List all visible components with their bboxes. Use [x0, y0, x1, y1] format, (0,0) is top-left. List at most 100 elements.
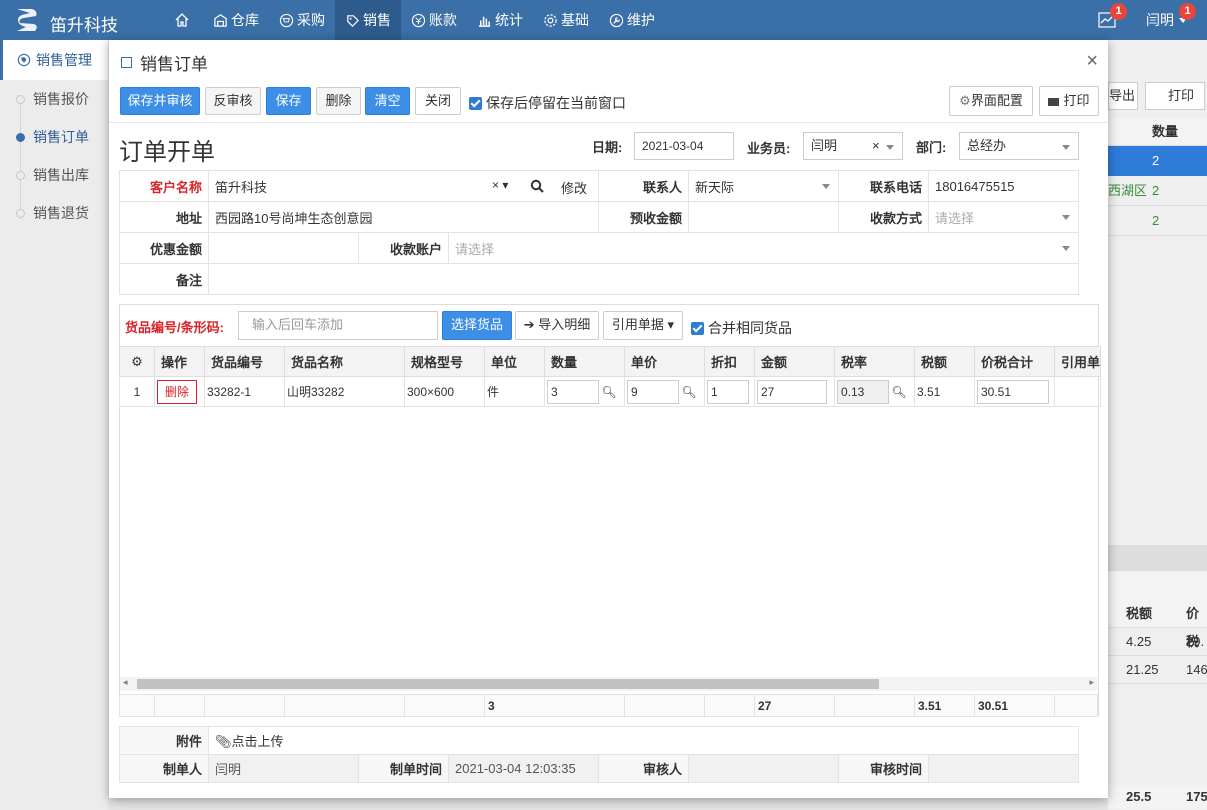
- account-select[interactable]: 请选择: [448, 232, 1079, 264]
- sum-amount: 27: [754, 694, 835, 717]
- main-nav: 仓库 采购 销售 账款 统计 基础 维护: [164, 0, 665, 40]
- nav-home[interactable]: [164, 0, 203, 40]
- nav-sales[interactable]: 销售: [335, 0, 401, 40]
- gear-icon: [544, 13, 557, 27]
- auditor-label: 审核人: [598, 754, 689, 783]
- search-icon[interactable]: 🔍︎: [599, 385, 619, 399]
- remark-label: 备注: [119, 263, 209, 295]
- tax-rate-input[interactable]: 0.13: [837, 379, 889, 404]
- upload-link[interactable]: 📎︎点击上传: [208, 726, 1079, 755]
- goods-code-input[interactable]: 输入后回车添加: [238, 311, 438, 340]
- address-field[interactable]: 西园路10号尚坤生态创意园: [208, 201, 599, 233]
- make-time-field: 2021-03-04 12:03:35: [448, 754, 599, 783]
- phone-field[interactable]: 18016475515: [928, 170, 1079, 202]
- sidebar-head[interactable]: 销售管理: [0, 40, 108, 80]
- delete-row-button[interactable]: 删除: [157, 379, 198, 404]
- sum-qty: 3: [484, 694, 625, 717]
- col-header: 单位: [484, 346, 545, 377]
- dept-select[interactable]: 总经办: [959, 132, 1079, 160]
- page-heading: 订单开单: [119, 139, 215, 166]
- edit-customer-link[interactable]: 修改: [561, 178, 587, 197]
- stay-checkbox[interactable]: 保存后停留在当前窗口: [469, 93, 626, 113]
- chart-icon: [478, 16, 491, 27]
- paymethod-select[interactable]: 请选择: [928, 201, 1079, 233]
- close-icon[interactable]: ×: [1086, 50, 1098, 73]
- clear-button[interactable]: 清空: [365, 87, 410, 115]
- nav-purchase[interactable]: 采购: [269, 0, 335, 40]
- unit-cell: 件: [484, 376, 545, 407]
- print-button[interactable]: 打印: [1039, 86, 1099, 116]
- bg-print-button[interactable]: 打印: [1145, 82, 1205, 110]
- remark-field[interactable]: [208, 263, 1079, 295]
- contact-select[interactable]: 新天际: [688, 170, 839, 202]
- bg-row[interactable]: 西湖区 2: [1108, 176, 1207, 206]
- paperclip-icon: 📎︎: [215, 734, 232, 749]
- nav-accounts[interactable]: 账款: [401, 0, 467, 40]
- search-icon[interactable]: [530, 179, 544, 193]
- sidebar-item-return[interactable]: 销售退货: [0, 194, 108, 232]
- attach-label: 附件: [119, 726, 209, 755]
- gear-icon: ⚙: [959, 93, 971, 108]
- scrollbar-thumb[interactable]: [137, 679, 879, 689]
- salesman-select[interactable]: 闫明 ×: [803, 132, 903, 160]
- export-button[interactable]: 导出: [1108, 82, 1138, 110]
- chevron-down-icon: [1062, 215, 1070, 220]
- bg-row-selected[interactable]: 2: [1108, 146, 1207, 176]
- sidebar-item-order[interactable]: 销售订单: [0, 118, 108, 156]
- wrench-icon: [609, 13, 624, 27]
- nav-basic[interactable]: 基础: [533, 0, 599, 40]
- chevron-down-icon: [1062, 246, 1070, 251]
- nav-warehouse[interactable]: 仓库: [203, 0, 269, 40]
- discount-input[interactable]: 1: [707, 379, 749, 404]
- nav-maintain[interactable]: 维护: [599, 0, 665, 40]
- date-input[interactable]: 2021-03-04: [634, 132, 734, 160]
- qty-input[interactable]: 3: [547, 379, 599, 404]
- audit-time-label: 审核时间: [838, 754, 929, 783]
- background-list: 导出 打印 数量 2 西湖区 2 2 税额 价税 4.25 29. 21.25 146 …: [1108, 40, 1207, 810]
- modal-title: 销售订单: [121, 50, 208, 75]
- sidebar-item-outbound[interactable]: 销售出库: [0, 156, 108, 194]
- row-number: 1: [119, 376, 155, 407]
- ui-config-button[interactable]: ⚙界面配置: [949, 86, 1033, 116]
- prepay-field[interactable]: [688, 201, 839, 233]
- ref-doc-dropdown[interactable]: 引用单据 ▾: [603, 311, 683, 340]
- horizontal-scrollbar[interactable]: ◂ ▸: [120, 677, 1097, 691]
- price-input[interactable]: 9: [627, 379, 679, 404]
- caret-down-icon: ▾: [663, 317, 675, 332]
- prepay-label: 预收金额: [598, 201, 689, 233]
- col-header: 操作: [154, 346, 205, 377]
- total-input[interactable]: 30.51: [977, 379, 1049, 404]
- search-icon[interactable]: 🔍︎: [889, 385, 909, 399]
- customer-select[interactable]: 笛升科技 × ▾ 修改: [208, 170, 599, 202]
- select-goods-button[interactable]: 选择货品: [442, 311, 512, 340]
- save-button[interactable]: 保存: [266, 87, 311, 115]
- search-icon[interactable]: 🔍︎: [679, 385, 699, 399]
- notify-button[interactable]: 1: [1098, 0, 1127, 40]
- scroll-left-icon[interactable]: ◂: [123, 677, 128, 688]
- close-button[interactable]: 关闭: [415, 87, 461, 115]
- tag-icon: [17, 53, 31, 67]
- bg-row[interactable]: 2: [1108, 206, 1207, 236]
- salesman-label: 业务员:: [747, 141, 791, 156]
- unaudit-button[interactable]: 反审核: [205, 87, 261, 115]
- clear-icon[interactable]: ×: [872, 133, 880, 159]
- user-menu[interactable]: 闫明 1: [1146, 0, 1196, 40]
- maker-label: 制单人: [119, 754, 209, 783]
- goods-code-cell: 33282-1: [204, 376, 285, 407]
- scroll-right-icon[interactable]: ▸: [1089, 677, 1094, 688]
- clear-icon[interactable]: × ▾: [492, 178, 508, 192]
- discount-field[interactable]: [208, 232, 359, 264]
- nav-stats[interactable]: 统计: [467, 0, 533, 40]
- import-detail-button[interactable]: ➔ 导入明细: [515, 311, 599, 340]
- save-audit-button[interactable]: 保存并审核: [120, 87, 200, 115]
- tag-icon: [347, 14, 359, 27]
- merge-checkbox[interactable]: 合并相同货品: [691, 318, 792, 338]
- warehouse-icon: [214, 13, 227, 27]
- grid-settings-icon[interactable]: ⚙: [119, 346, 155, 377]
- date-label: 日期:: [592, 140, 623, 155]
- maker-field: 闫明: [208, 754, 359, 783]
- sidebar-item-quote[interactable]: 销售报价: [0, 80, 108, 118]
- audit-time-field: [928, 754, 1079, 783]
- delete-button[interactable]: 删除: [316, 87, 361, 115]
- amount-input[interactable]: 27: [757, 379, 827, 404]
